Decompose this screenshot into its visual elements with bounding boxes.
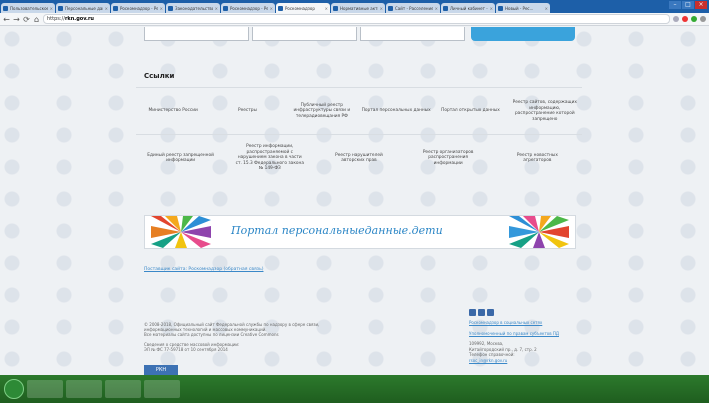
social-network-icon[interactable] xyxy=(478,309,485,316)
close-tab-icon[interactable]: × xyxy=(435,6,438,11)
home-icon[interactable]: ⌂ xyxy=(33,15,40,24)
browser-tab[interactable]: Роскомнадзор - Реест...× xyxy=(111,3,165,13)
color-burst-icon xyxy=(509,216,569,248)
browser-tab[interactable]: Пользовательское согл...× xyxy=(1,3,55,13)
forward-icon[interactable]: → xyxy=(13,15,20,24)
taskbar-app[interactable] xyxy=(66,380,102,398)
browser-tab[interactable]: Персональные данные...× xyxy=(56,3,110,13)
banner-text: Портал персональныеданные.дети xyxy=(231,224,443,237)
favicon-icon xyxy=(498,5,503,11)
resource-link[interactable]: Единый реестр запрещенной информации xyxy=(146,153,216,164)
tab-title: Новый - Рес... xyxy=(505,5,534,11)
window-controls: – □ × xyxy=(669,1,707,9)
resource-link[interactable]: Публичный реестр инфраструктуры связи и … xyxy=(287,103,357,120)
content-container: Ссылки Министерство России Реестры Публичн… xyxy=(136,27,582,375)
browser-tab[interactable]: Законодательство - Р...× xyxy=(166,3,220,13)
favicon-icon xyxy=(168,5,173,11)
favicon-icon xyxy=(333,5,338,11)
resource-link[interactable]: Портал открытых данных xyxy=(435,108,505,114)
links-row: Министерство России Реестры Публичный реес… xyxy=(136,87,582,134)
url-scheme: https:// xyxy=(47,16,65,22)
resource-link[interactable]: Реестр информации, распространяемой с на… xyxy=(235,144,305,172)
resource-link[interactable]: Министерство России xyxy=(138,108,208,114)
tab-title: Нормативные акты - Р... xyxy=(340,5,378,11)
submit-button[interactable] xyxy=(471,27,575,41)
favicon-icon xyxy=(113,5,118,11)
browser-tab[interactable]: Роскомнадзор × xyxy=(276,3,330,13)
address-toolbar: ← → ⟳ ⌂ https://rkn.gov.ru xyxy=(0,13,709,26)
links-grid: Министерство России Реестры Публичный реес… xyxy=(136,87,582,181)
browser-tab[interactable]: Нормативные акты - Р...× xyxy=(331,3,385,13)
star-icon[interactable] xyxy=(673,16,679,22)
rkn-logo[interactable]: РКН xyxy=(144,365,178,375)
extension-icon[interactable] xyxy=(682,16,688,22)
os-taskbar xyxy=(0,375,709,403)
tab-title: Пользовательское согл... xyxy=(10,5,48,11)
reload-icon[interactable]: ⟳ xyxy=(23,15,30,24)
extension-icon[interactable] xyxy=(691,16,697,22)
favicon-icon xyxy=(443,5,448,11)
tab-title: Роскомнадзор - Ресу... xyxy=(230,5,268,11)
close-tab-icon[interactable]: × xyxy=(545,6,548,11)
browser-tab[interactable]: Личный кабинет - Р...× xyxy=(441,3,495,13)
resource-link[interactable]: Реестр сайтов, содержащих информацию, ра… xyxy=(510,100,580,122)
browser-tab[interactable]: Сайт - Расселение ...× xyxy=(386,3,440,13)
color-burst-icon xyxy=(151,216,211,248)
page-viewport: Ссылки Министерство России Реестры Публичн… xyxy=(0,27,709,375)
tab-title: Роскомнадзор - Реест... xyxy=(120,5,158,11)
close-tab-icon[interactable]: × xyxy=(270,6,273,11)
form-field[interactable] xyxy=(144,27,249,41)
form-field[interactable] xyxy=(252,27,357,41)
feedback-link[interactable]: Поставщик сайта: Роскомнадзор (обратная … xyxy=(144,267,263,272)
favicon-icon xyxy=(223,5,228,11)
favicon-icon xyxy=(58,5,63,11)
close-window-icon[interactable]: × xyxy=(695,1,707,9)
resource-link[interactable]: Реестр организаторов распространения инф… xyxy=(413,150,483,167)
taskbar-app[interactable] xyxy=(144,380,180,398)
close-tab-icon[interactable]: × xyxy=(490,6,493,11)
minimize-icon[interactable]: – xyxy=(669,1,681,9)
resource-link[interactable]: Реестры xyxy=(212,108,282,114)
tab-title: Роскомнадзор xyxy=(285,5,315,11)
close-tab-icon[interactable]: × xyxy=(50,6,53,11)
tab-title: Сайт - Расселение ... xyxy=(395,5,433,11)
footer-line: ЭЛ № ФС 77-59718 от 10 сентября 2014 xyxy=(144,347,228,352)
close-tab-icon[interactable]: × xyxy=(160,6,163,11)
maximize-icon[interactable]: □ xyxy=(682,1,694,9)
footer-contacts: Роскомнадзор в социальных сетях Уполномо… xyxy=(469,309,582,363)
social-network-icon[interactable] xyxy=(469,309,476,316)
browser-tab[interactable]: Новый - Рес... × xyxy=(496,3,550,13)
favicon-icon xyxy=(278,5,283,11)
contact-line[interactable]: rsoc_in@rkn.gov.ru xyxy=(469,358,582,364)
start-button[interactable] xyxy=(4,379,24,399)
resource-link[interactable]: Реестр новостных агрегаторов xyxy=(502,153,572,164)
tab-title: Персональные данные... xyxy=(65,5,103,11)
form-field[interactable] xyxy=(360,27,465,41)
close-tab-icon[interactable]: × xyxy=(215,6,218,11)
taskbar-app[interactable] xyxy=(105,380,141,398)
close-tab-icon[interactable]: × xyxy=(105,6,108,11)
menu-icon[interactable] xyxy=(700,16,706,22)
favicon-icon xyxy=(388,5,393,11)
resource-link[interactable]: Портал персональных данных xyxy=(361,108,431,114)
tab-title: Законодательство - Р... xyxy=(175,5,213,11)
tab-title: Личный кабинет - Р... xyxy=(450,5,488,11)
close-tab-icon[interactable]: × xyxy=(380,6,383,11)
social-network-icon[interactable] xyxy=(487,309,494,316)
section-title: Ссылки xyxy=(144,72,175,80)
children-data-banner[interactable]: Портал персональныеданные.дети xyxy=(144,215,576,249)
footer-copyright: © 2008-2018, Официальный сайт Федерально… xyxy=(144,322,344,352)
favicon-icon xyxy=(3,5,8,11)
url-field[interactable]: https://rkn.gov.ru xyxy=(43,14,670,24)
top-form xyxy=(136,27,582,41)
taskbar-app[interactable] xyxy=(27,380,63,398)
social-icons xyxy=(469,309,582,316)
browser-tab-bar: Пользовательское согл...×Персональные да… xyxy=(0,0,709,13)
links-row: Единый реестр запрещенной информации Реес… xyxy=(136,134,582,181)
back-icon[interactable]: ← xyxy=(3,15,10,24)
resource-link[interactable]: Реестр нарушителей авторских прав xyxy=(324,153,394,164)
browser-tab[interactable]: Роскомнадзор - Ресу...× xyxy=(221,3,275,13)
close-tab-icon[interactable]: × xyxy=(325,6,328,11)
url-host: rkn.gov.ru xyxy=(64,16,94,22)
